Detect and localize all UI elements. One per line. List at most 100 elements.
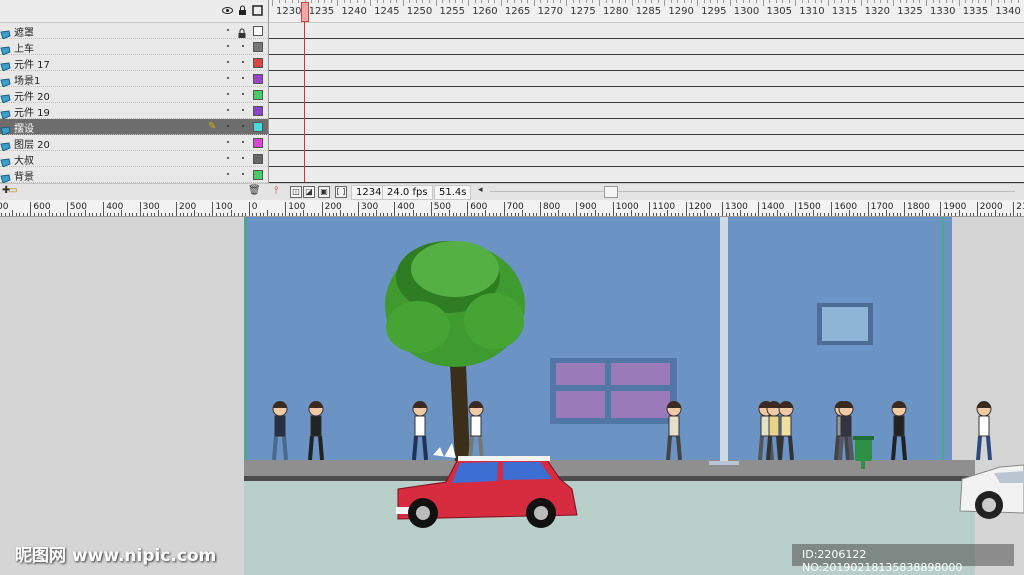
frame-rate[interactable]: 24.0 fps: [382, 185, 433, 200]
visibility-toggle[interactable]: [227, 61, 229, 63]
layer-row[interactable]: 图层 20: [0, 135, 268, 152]
layer-name[interactable]: 元件 20: [14, 88, 50, 103]
edit-multiple-frames-icon[interactable]: ▣: [318, 186, 330, 198]
lock-toggle[interactable]: [242, 61, 244, 63]
pedestrian: [976, 401, 992, 461]
visibility-toggle[interactable]: [227, 141, 229, 143]
layer-name[interactable]: 元件 19: [14, 104, 50, 119]
lock-toggle[interactable]: [242, 125, 244, 127]
frame-number: 1315: [831, 6, 858, 17]
frame-number: 1230: [276, 6, 302, 17]
outline-icon[interactable]: [252, 5, 263, 16]
onion-skin-icon[interactable]: ◫: [290, 186, 302, 198]
lock-icon[interactable]: [237, 5, 248, 16]
layer-row[interactable]: 背景: [0, 167, 268, 184]
layer-row[interactable]: 遮罩: [0, 23, 268, 40]
layer-name[interactable]: 背景: [14, 168, 34, 183]
layer-name[interactable]: 元件 17: [14, 56, 50, 71]
layer-name[interactable]: 上车: [14, 40, 34, 55]
scroll-thumb[interactable]: [604, 186, 618, 198]
lock-toggle[interactable]: [242, 157, 244, 159]
stage-scene[interactable]: [0, 217, 1024, 575]
playhead-handle[interactable]: [301, 2, 309, 22]
layer-row[interactable]: 摆设 ✎: [0, 119, 268, 136]
layer-icon: [0, 153, 11, 168]
layer-row[interactable]: 场景1: [0, 71, 268, 88]
lamp-post: [720, 217, 728, 463]
lock-toggle[interactable]: [242, 109, 244, 111]
frame-row[interactable]: [269, 55, 1024, 71]
visibility-toggle[interactable]: [227, 173, 229, 175]
frame-number: 1235: [308, 6, 335, 17]
layer-row[interactable]: 上车: [0, 39, 268, 56]
layer-icon: [0, 41, 11, 56]
frame-row[interactable]: [269, 23, 1024, 39]
frame-row[interactable]: [269, 103, 1024, 119]
stage-ruler: 0060050040030020010001002003004005006007…: [0, 200, 1024, 217]
frame-grid[interactable]: [268, 23, 1024, 183]
watermark-id-bg: ID:2206122 NO:20190218135838898000: [792, 544, 1014, 574]
outline-color-swatch[interactable]: [253, 154, 263, 164]
outline-color-swatch[interactable]: [253, 170, 263, 180]
outline-color-swatch[interactable]: [253, 122, 263, 132]
layer-name[interactable]: 场景1: [14, 72, 40, 87]
frame-number: 1275: [570, 6, 596, 17]
ruler-label: 00: [0, 202, 9, 212]
frame-row[interactable]: [269, 167, 1024, 183]
new-folder-icon[interactable]: ▭: [8, 185, 17, 196]
layer-header: [0, 0, 268, 23]
ruler-label: 1200: [688, 202, 712, 212]
visibility-toggle[interactable]: [227, 109, 229, 111]
frame-row[interactable]: [269, 151, 1024, 167]
frame-row[interactable]: [269, 135, 1024, 151]
onion-outline-icon[interactable]: ◪: [303, 186, 315, 198]
lock-toggle[interactable]: [242, 45, 244, 47]
visibility-toggle[interactable]: [227, 157, 229, 159]
visibility-toggle[interactable]: [227, 125, 229, 127]
outline-color-swatch[interactable]: [253, 90, 263, 100]
center-frame-icon[interactable]: ⫯: [274, 185, 278, 196]
layer-row[interactable]: 元件 19: [0, 103, 268, 120]
layer-name[interactable]: 摆设: [14, 120, 34, 135]
ruler-label: 1600: [834, 202, 858, 212]
modify-markers-icon[interactable]: [ ]: [335, 186, 347, 198]
frame-number: 1270: [537, 6, 564, 17]
visibility-toggle[interactable]: [227, 77, 229, 79]
frame-number: 1290: [668, 6, 694, 17]
frame-row[interactable]: [269, 39, 1024, 55]
lock-toggle[interactable]: [242, 173, 244, 175]
scroll-left-icon[interactable]: ◂: [478, 185, 483, 195]
frame-number: 1330: [930, 6, 956, 17]
outline-color-swatch[interactable]: [253, 74, 263, 84]
layer-row[interactable]: 大叔: [0, 151, 268, 168]
frame-ruler[interactable]: 1230 1235 1240 1245 1250 1255 1260 1265 1270 1275…: [268, 0, 1024, 23]
timeline-scrollbar[interactable]: ◂: [478, 185, 1018, 198]
outline-color-swatch[interactable]: [253, 42, 263, 52]
layer-row[interactable]: 元件 20: [0, 87, 268, 104]
stage-pasteboard[interactable]: 昵图网 www.nipic.com ID:2206122 NO:20190218…: [0, 217, 1024, 575]
frame-number: 1310: [799, 6, 825, 17]
visibility-toggle[interactable]: [227, 93, 229, 95]
visibility-toggle[interactable]: [227, 45, 229, 47]
pencil-icon: ✎: [208, 121, 217, 132]
frame-row[interactable]: [269, 71, 1024, 87]
layer-row[interactable]: 元件 17: [0, 55, 268, 72]
visibility-toggle[interactable]: [227, 29, 229, 31]
layer-name[interactable]: 遮罩: [14, 24, 34, 39]
lock-toggle[interactable]: [242, 77, 244, 79]
outline-color-swatch[interactable]: [253, 138, 263, 148]
lock-toggle[interactable]: [242, 141, 244, 143]
delete-layer-icon[interactable]: 🗑: [248, 185, 261, 196]
outline-color-swatch[interactable]: [253, 26, 263, 36]
layer-name[interactable]: 大叔: [14, 152, 34, 167]
layer-icon: [0, 137, 11, 152]
lock-toggle[interactable]: [242, 93, 244, 95]
layer-name[interactable]: 图层 20: [14, 136, 50, 151]
frame-row[interactable]: [269, 87, 1024, 103]
frame-number: 1340: [995, 6, 1021, 17]
eye-icon[interactable]: [222, 5, 233, 16]
outline-color-swatch[interactable]: [253, 58, 263, 68]
outline-color-swatch[interactable]: [253, 106, 263, 116]
frame-row[interactable]: [269, 119, 1024, 135]
frame-number: 1265: [504, 6, 531, 17]
